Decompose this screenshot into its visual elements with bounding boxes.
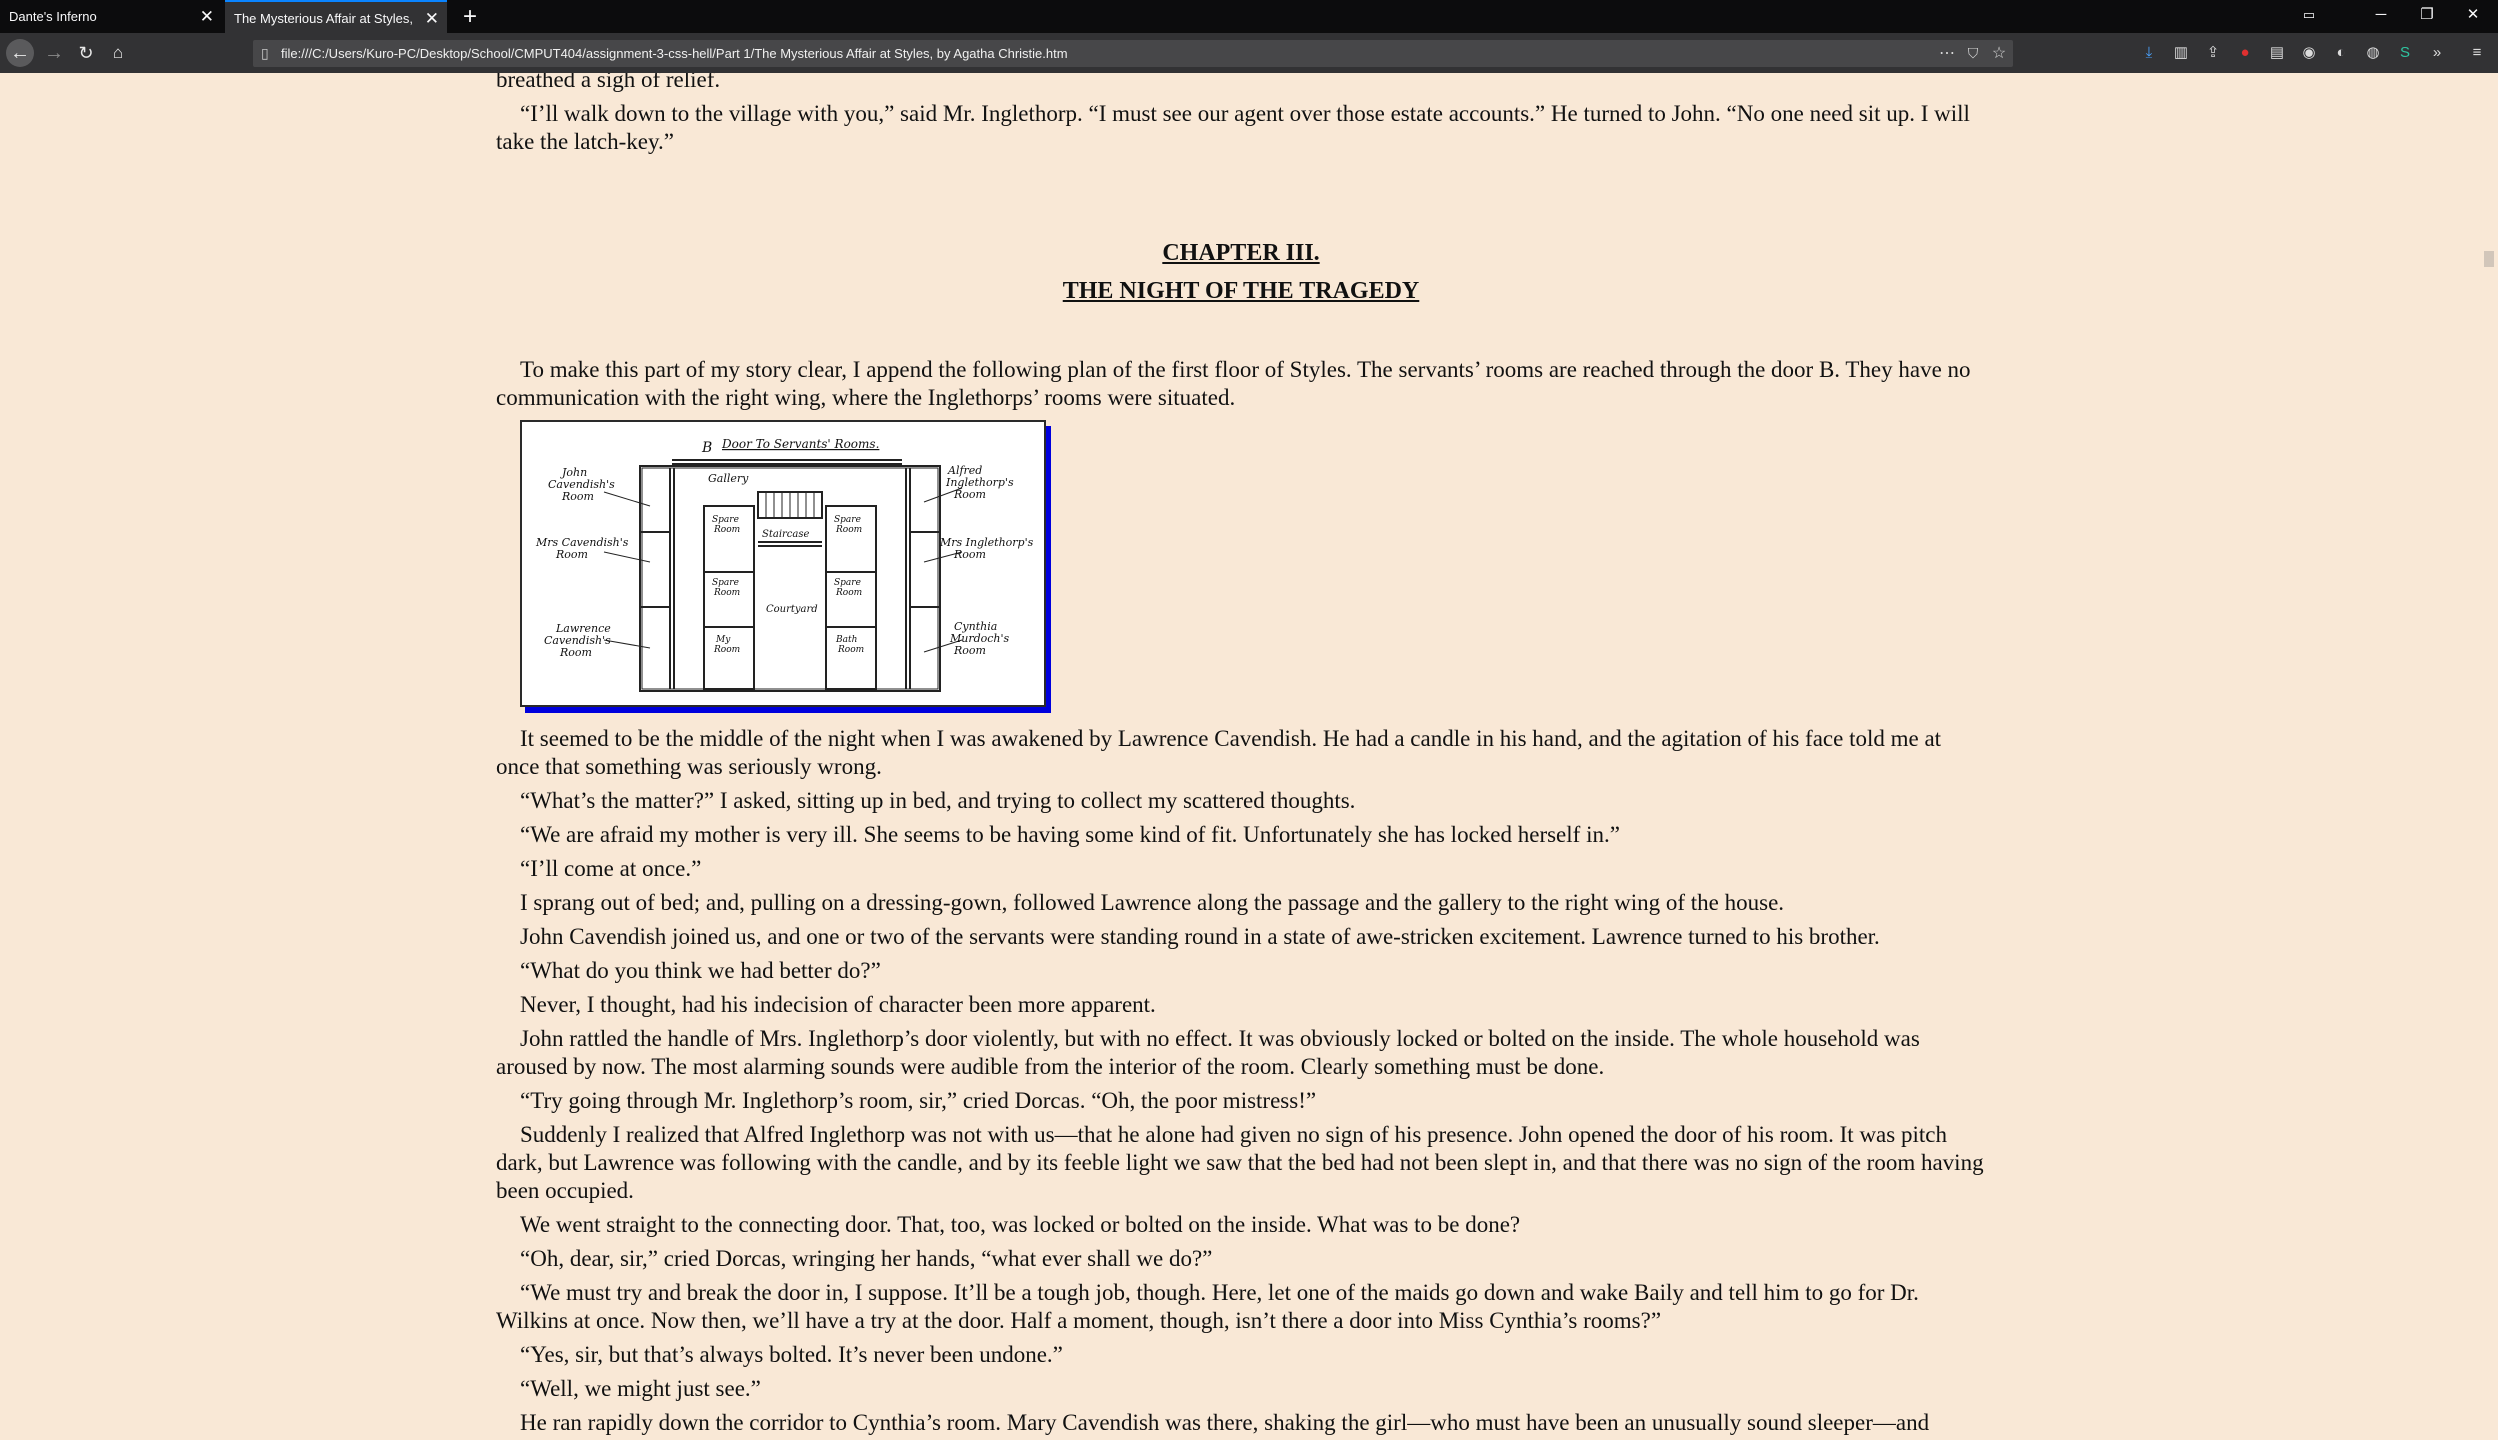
plan-label-my-room: Room xyxy=(713,645,740,655)
home-button[interactable]: ⌂ xyxy=(104,39,132,67)
new-tab-button[interactable]: + xyxy=(455,0,485,33)
overflow-menu-icon[interactable]: » xyxy=(2426,42,2448,64)
plan-label-door-caption: Door To Servants' Rooms. xyxy=(721,437,879,451)
bookmark-star-icon[interactable]: ☆ xyxy=(1987,40,2011,67)
page-actions-icon[interactable]: ⋯ xyxy=(1935,40,1959,67)
extension-icon[interactable]: ▤ xyxy=(2266,42,2288,64)
paragraph: “What do you think we had better do?” xyxy=(520,958,881,983)
extension-icon[interactable]: S xyxy=(2394,42,2416,64)
plan-label-spare-room: Room xyxy=(835,525,862,535)
paragraph: breathed a sigh of relief. xyxy=(496,73,721,92)
plan-label-door: B xyxy=(701,440,712,456)
paragraph: “Oh, dear, sir,” cried Dorcas, wringing … xyxy=(520,1246,1213,1271)
plan-label-spare-room: Room xyxy=(713,525,740,535)
floor-plan-drawing: B Door To Servants' Rooms. Gallery Stair… xyxy=(535,437,1034,692)
tab-dantes-inferno[interactable]: Dante's Inferno ✕ xyxy=(0,0,222,33)
paragraph: It seemed to be the middle of the night … xyxy=(496,726,1942,779)
downloads-icon[interactable]: ⤓ xyxy=(2138,42,2160,64)
chapter-heading: CHAPTER III. THE NIGHT OF THE TRAGEDY xyxy=(496,234,1986,310)
vertical-scrollbar[interactable] xyxy=(2478,73,2498,1440)
paragraph: “I’ll walk down to the village with you,… xyxy=(496,101,1970,154)
chapter-title: THE NIGHT OF THE TRAGEDY xyxy=(1062,278,1420,304)
close-window-button[interactable]: ✕ xyxy=(2450,0,2496,33)
plan-label-gallery: Gallery xyxy=(708,472,749,485)
paragraph: “Try going through Mr. Inglethorp’s room… xyxy=(520,1088,1317,1113)
plan-label-lawrence: Room xyxy=(559,646,592,659)
tab-title: The Mysterious Affair at Styles, by Agat… xyxy=(234,11,414,26)
plan-label-cynthia: Room xyxy=(953,644,986,657)
hamburger-menu-icon[interactable]: ≡ xyxy=(2466,42,2488,64)
minimize-button[interactable]: ─ xyxy=(2358,0,2404,33)
plan-label-john: Room xyxy=(561,490,594,503)
reload-button[interactable]: ↻ xyxy=(72,39,100,67)
plan-label-courtyard: Courtyard xyxy=(766,604,818,615)
nav-toolbar: ← → ↻ ⌂ ▯ file:///C:/Users/Kuro-PC/Deskt… xyxy=(0,33,2498,73)
plan-label-spare-room: Spare xyxy=(834,578,861,588)
pocket-icon[interactable]: ⛉ xyxy=(1961,40,1985,67)
tab-bar: Dante's Inferno ✕ The Mysterious Affair … xyxy=(0,0,2498,33)
close-tab-icon[interactable]: ✕ xyxy=(200,0,214,33)
plan-label-spare-room: Spare xyxy=(712,578,739,588)
paragraph: I sprang out of bed; and, pulling on a d… xyxy=(520,890,1785,915)
paragraph: Never, I thought, had his indecision of … xyxy=(520,992,1156,1017)
paragraph: We went straight to the connecting door.… xyxy=(520,1212,1521,1237)
tab-title: Dante's Inferno xyxy=(9,9,97,24)
floor-plan-figure: B Door To Servants' Rooms. Gallery Stair… xyxy=(520,420,1052,713)
extension-icon[interactable]: ◍ xyxy=(2362,42,2384,64)
paragraph: John Cavendish joined us, and one or two… xyxy=(520,924,1880,949)
chapter-number: CHAPTER III. xyxy=(1162,240,1320,266)
ublock-icon[interactable]: ● xyxy=(2234,42,2256,64)
paragraph: “What’s the matter?” I asked, sitting up… xyxy=(520,788,1356,813)
paragraph: He ran rapidly down the corridor to Cynt… xyxy=(520,1410,1930,1435)
paragraph: “Yes, sir, but that’s always bolted. It’… xyxy=(520,1342,1063,1367)
paragraph: “Well, we might just see.” xyxy=(520,1376,761,1401)
account-icon[interactable]: ◉ xyxy=(2298,42,2320,64)
book-content: breathed a sigh of relief. “I’ll walk do… xyxy=(496,73,1986,1440)
plan-label-bath-room: Room xyxy=(837,645,864,655)
plan-label-staircase: Staircase xyxy=(762,529,810,540)
tab-mysterious-affair[interactable]: The Mysterious Affair at Styles, by Agat… xyxy=(225,0,447,33)
forward-button[interactable]: → xyxy=(40,39,68,67)
plan-label-mrs-cavendish: Room xyxy=(555,548,588,561)
tab-overflow-icon[interactable]: ▭ xyxy=(2286,0,2332,33)
sync-icon[interactable]: ⇪ xyxy=(2202,42,2224,64)
restore-button[interactable]: ❐ xyxy=(2404,0,2450,33)
library-icon[interactable]: ▥ xyxy=(2170,42,2192,64)
paragraph: “We are afraid my mother is very ill. Sh… xyxy=(520,822,1620,847)
extension-icon[interactable]: ◐ xyxy=(2330,42,2352,64)
plan-label-alfred: Room xyxy=(953,488,986,501)
paragraph: To make this part of my story clear, I a… xyxy=(496,357,1971,410)
close-tab-icon[interactable]: ✕ xyxy=(425,2,439,33)
plan-label-my-room: My xyxy=(715,635,731,645)
paragraph: Suddenly I realized that Alfred Ingletho… xyxy=(496,1122,1984,1203)
plan-label-spare-room: Spare xyxy=(834,515,861,525)
plan-label-spare-room: Room xyxy=(835,588,862,598)
url-text: file:///C:/Users/Kuro-PC/Desktop/School/… xyxy=(281,46,1068,61)
back-button[interactable]: ← xyxy=(6,39,34,67)
plan-label-spare-room: Room xyxy=(713,588,740,598)
scrollbar-thumb[interactable] xyxy=(2484,251,2494,267)
url-bar[interactable]: ▯ file:///C:/Users/Kuro-PC/Desktop/Schoo… xyxy=(253,40,2013,67)
paragraph: “We must try and break the door in, I su… xyxy=(496,1280,1919,1333)
floor-plan-image: B Door To Servants' Rooms. Gallery Stair… xyxy=(520,420,1046,707)
page-icon: ▯ xyxy=(261,45,269,61)
paragraph: John rattled the handle of Mrs. Ingletho… xyxy=(496,1026,1920,1079)
plan-label-spare-room: Spare xyxy=(712,515,739,525)
plan-label-bath-room: Bath xyxy=(835,635,857,645)
paragraph: “I’ll come at once.” xyxy=(520,856,702,881)
plan-label-mrs-inglethorp: Room xyxy=(953,548,986,561)
